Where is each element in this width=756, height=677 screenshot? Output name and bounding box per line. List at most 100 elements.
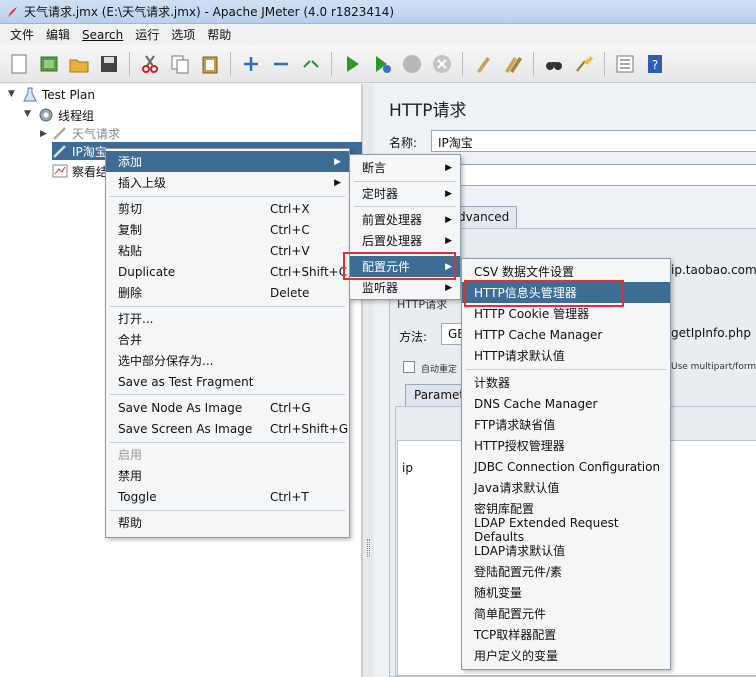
menu-item-csv-data-set[interactable]: CSV 数据文件设置 <box>462 261 670 282</box>
menu-item-label: 启用 <box>118 448 143 462</box>
name-label: 名称: <box>389 136 418 150</box>
new-icon[interactable] <box>6 51 32 77</box>
path-field[interactable]: getIpInfo.php <box>665 323 756 345</box>
tree-node-thread-group[interactable]: 线程组 <box>38 106 94 124</box>
menu-item-dns-cache[interactable]: DNS Cache Manager <box>462 393 670 414</box>
menu-item-label: Save Node As Image <box>118 400 243 415</box>
tree-expander[interactable]: ▼ <box>24 109 31 119</box>
menu-item-paste[interactable]: 粘贴 Ctrl+V <box>106 240 349 261</box>
menu-item-ldap-extended-defaults[interactable]: LDAP Extended Request Defaults <box>462 516 670 544</box>
server-field[interactable]: ip.taobao.com <box>665 260 756 282</box>
menu-item-config-elements[interactable]: 配置元件 ▶ <box>350 256 460 277</box>
menu-item-duplicate[interactable]: Duplicate Ctrl+Shift+C <box>106 261 349 282</box>
menu-item-counter[interactable]: 计数器 <box>462 372 670 393</box>
menu-item-accelerator: Ctrl+V <box>270 243 310 258</box>
menu-item-open[interactable]: 打开... <box>106 308 349 329</box>
help-icon[interactable]: ? <box>642 51 668 77</box>
menu-item-request-defaults[interactable]: HTTP请求默认值 <box>462 345 670 366</box>
reset-search-icon[interactable] <box>571 51 597 77</box>
param-row-name[interactable]: ip <box>402 461 413 475</box>
menu-item-delete[interactable]: 删除 Delete <box>106 282 349 303</box>
search-icon[interactable] <box>541 51 567 77</box>
tree-node-view-results[interactable]: 察看结 <box>52 162 108 180</box>
collapse-icon[interactable] <box>268 51 294 77</box>
name-field[interactable]: IP淘宝 <box>431 130 756 152</box>
menu-item-tcp-sampler-config[interactable]: TCP取样器配置 <box>462 624 670 645</box>
menu-item-preprocessors[interactable]: 前置处理器 ▶ <box>350 209 460 230</box>
open-icon[interactable] <box>66 51 92 77</box>
menu-item-merge[interactable]: 合并 <box>106 329 349 350</box>
menu-item-random-variable[interactable]: 随机变量 <box>462 582 670 603</box>
menu-item-header-manager[interactable]: HTTP信息头管理器 <box>462 282 670 303</box>
menu-item-cache-manager[interactable]: HTTP Cache Manager <box>462 324 670 345</box>
tree-node-ip-taobao[interactable]: IP淘宝 <box>52 142 108 160</box>
menu-item-help[interactable]: 帮助 <box>106 512 349 533</box>
clear-icon[interactable] <box>470 51 496 77</box>
menu-item-login-config[interactable]: 登陆配置元件/素 <box>462 561 670 582</box>
menu-search[interactable]: Search <box>76 28 129 42</box>
menu-item-toggle[interactable]: Toggle Ctrl+T <box>106 486 349 507</box>
menu-item-jdbc-config[interactable]: JDBC Connection Configuration <box>462 456 670 477</box>
clear-all-icon[interactable] <box>500 51 526 77</box>
menu-item-java-defaults[interactable]: Java请求默认值 <box>462 477 670 498</box>
menu-item-cut[interactable]: 剪切 Ctrl+X <box>106 198 349 219</box>
templates-icon[interactable] <box>36 51 62 77</box>
menu-edit[interactable]: 编辑 <box>40 26 76 43</box>
method-label: 方法: <box>399 330 428 344</box>
menu-item-save-screen-image[interactable]: Save Screen As Image Ctrl+Shift+G <box>106 418 349 439</box>
menu-item-cookie-manager[interactable]: HTTP Cookie 管理器 <box>462 303 670 324</box>
auto-redirect-checkbox[interactable] <box>403 361 415 373</box>
menu-item-add[interactable]: 添加 ▶ <box>106 151 349 172</box>
submenu-arrow-icon: ▶ <box>445 214 452 225</box>
menu-help[interactable]: 帮助 <box>201 26 237 43</box>
menu-item-save-selection[interactable]: 选中部分保存为... <box>106 350 349 371</box>
flask-icon <box>23 87 37 102</box>
stop-icon[interactable] <box>399 51 425 77</box>
menu-item-ldap-defaults[interactable]: LDAP请求默认值 <box>462 540 670 561</box>
expand-icon[interactable] <box>238 51 264 77</box>
menu-file[interactable]: 文件 <box>4 26 40 43</box>
menu-item-label: CSV 数据文件设置 <box>474 265 575 279</box>
window-title: 天气请求.jmx (E:\天气请求.jmx) - Apache JMeter (… <box>24 5 395 19</box>
tree-node-weather-request[interactable]: 天气请求 <box>52 124 120 142</box>
menu-item-save-fragment[interactable]: Save as Test Fragment <box>106 371 349 392</box>
menu-item-auth-manager[interactable]: HTTP授权管理器 <box>462 435 670 456</box>
menu-item-label: 剪切 <box>118 202 143 216</box>
cut-icon[interactable] <box>137 51 163 77</box>
menu-item-label: 断言 <box>362 161 387 175</box>
menu-item-copy[interactable]: 复制 Ctrl+C <box>106 219 349 240</box>
menu-item-postprocessors[interactable]: 后置处理器 ▶ <box>350 230 460 251</box>
menu-separator <box>110 306 345 307</box>
menu-item-label: 监听器 <box>362 281 399 295</box>
menu-item-user-defined-variables[interactable]: 用户定义的变量 <box>462 645 670 666</box>
start-no-pause-icon[interactable] <box>369 51 395 77</box>
menu-item-label: TCP取样器配置 <box>474 628 557 642</box>
tree-expander[interactable]: ▼ <box>8 89 15 99</box>
menu-separator <box>354 206 456 207</box>
menu-item-assertions[interactable]: 断言 ▶ <box>350 157 460 178</box>
menu-item-ftp-defaults[interactable]: FTP请求缺省值 <box>462 414 670 435</box>
menu-item-accelerator: Ctrl+T <box>270 489 309 504</box>
menu-item-simple-config[interactable]: 简单配置元件 <box>462 603 670 624</box>
menu-item-label: HTTP请求默认值 <box>474 349 565 363</box>
save-icon[interactable] <box>96 51 122 77</box>
splitter-grip[interactable] <box>367 539 370 557</box>
function-helper-icon[interactable] <box>612 51 638 77</box>
shutdown-icon[interactable] <box>429 51 455 77</box>
tree-expander[interactable]: ▶ <box>40 129 47 139</box>
menu-options[interactable]: 选项 <box>165 26 201 43</box>
menu-run[interactable]: 运行 <box>129 26 165 43</box>
start-icon[interactable] <box>339 51 365 77</box>
toggle-icon[interactable] <box>298 51 324 77</box>
menu-item-label: 后置处理器 <box>362 234 423 248</box>
menu-item-insert-parent[interactable]: 插入上级 ▶ <box>106 172 349 193</box>
copy-icon[interactable] <box>167 51 193 77</box>
menu-item-save-node-image[interactable]: Save Node As Image Ctrl+G <box>106 397 349 418</box>
menu-item-disable[interactable]: 禁用 <box>106 465 349 486</box>
submenu-arrow-icon: ▶ <box>445 282 452 293</box>
tree-node-test-plan[interactable]: Test Plan <box>22 86 95 104</box>
paste-icon[interactable] <box>197 51 223 77</box>
menu-separator <box>354 181 456 182</box>
menu-item-listeners[interactable]: 监听器 ▶ <box>350 277 460 298</box>
menu-item-timers[interactable]: 定时器 ▶ <box>350 183 460 204</box>
